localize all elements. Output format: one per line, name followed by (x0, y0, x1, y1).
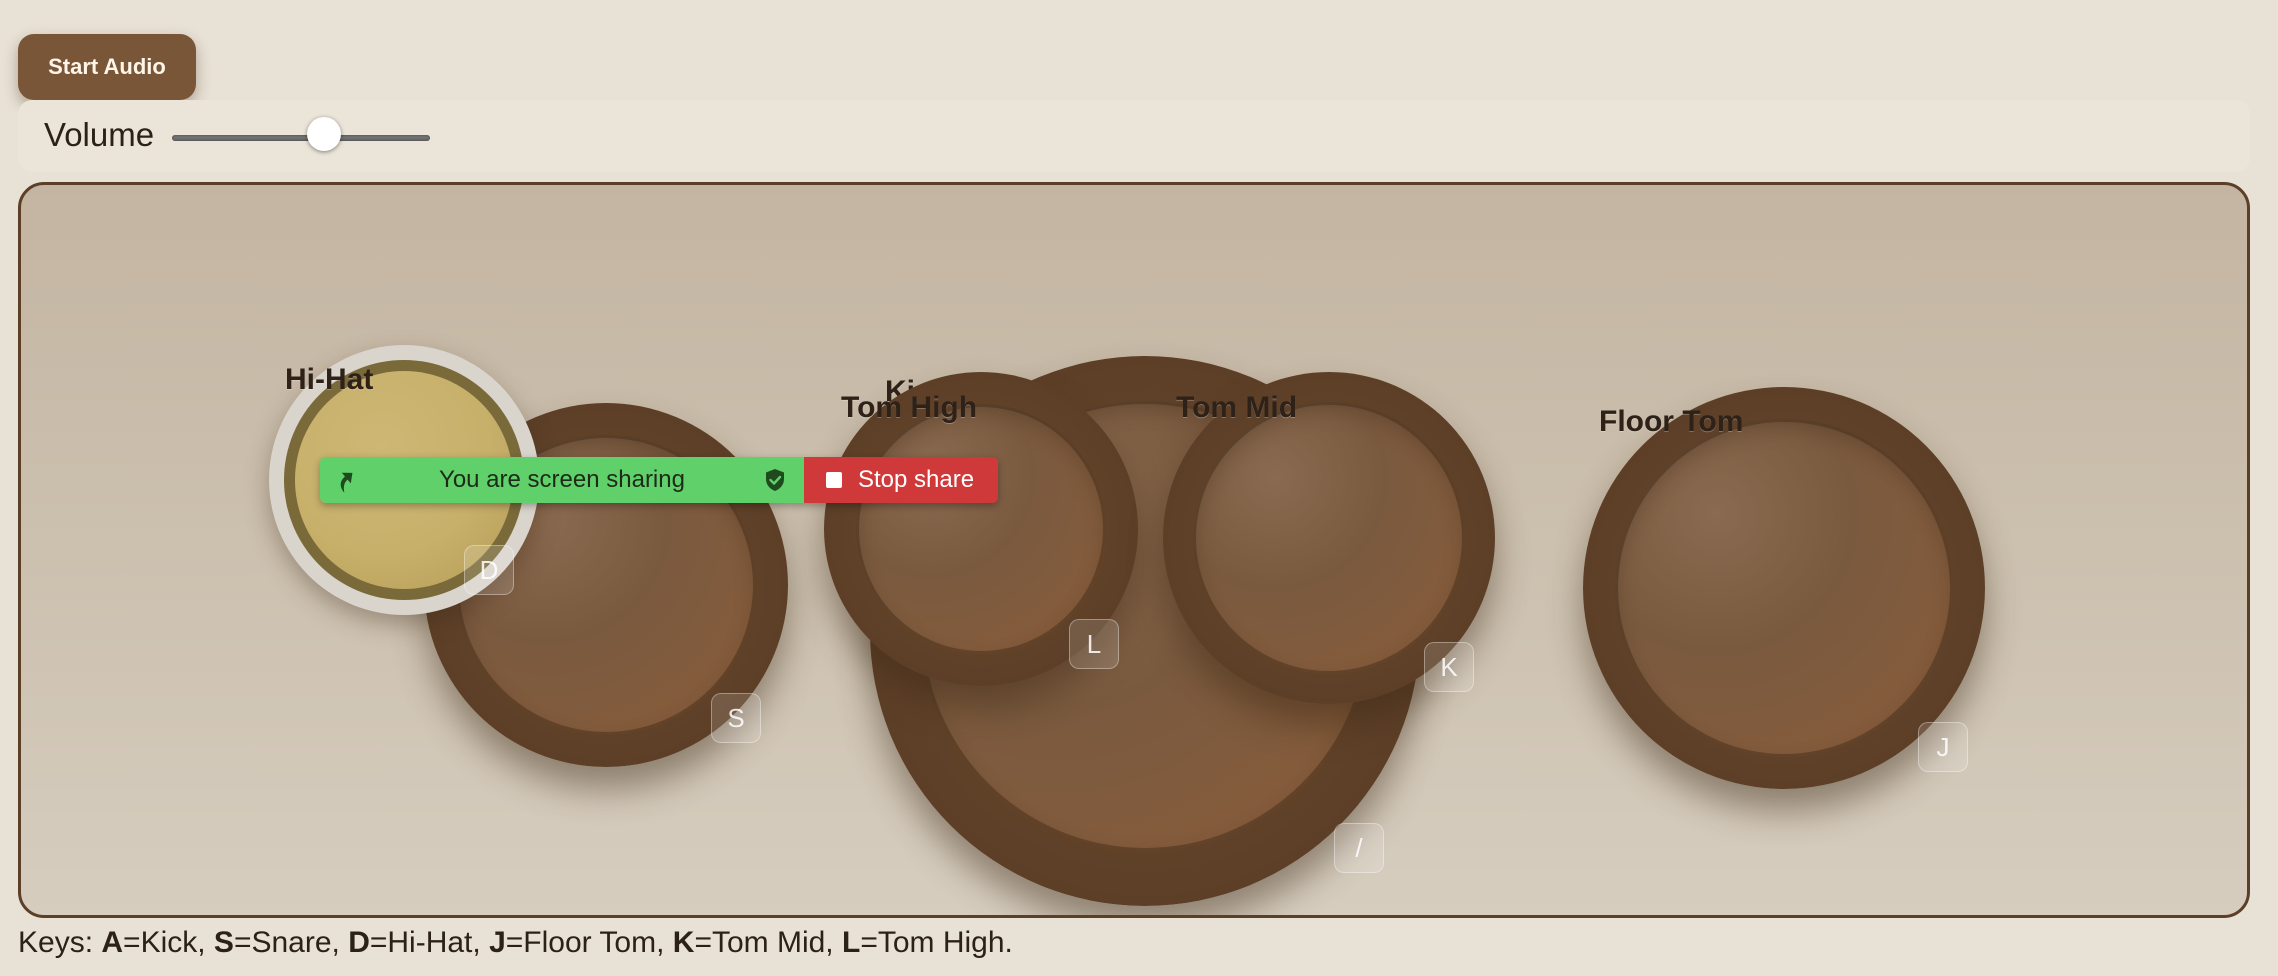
hihat-key-hint: D (464, 545, 514, 595)
tom-mid-key-hint: K (1424, 642, 1474, 692)
legend-text-tom-high: =Tom High. (860, 926, 1013, 959)
stop-square-icon (826, 472, 842, 488)
floor-tom-label: Floor Tom (1599, 405, 1744, 438)
legend-text-snare: =Snare, (233, 926, 349, 959)
stop-share-label: Stop share (858, 466, 975, 493)
volume-slider-thumb[interactable] (307, 117, 342, 151)
drum-kit-area: Ki / S Hi-Hat D Tom High L Tom Mid K Flo… (18, 182, 2250, 918)
legend-text-floor-tom: =Floor Tom, (505, 926, 673, 959)
screen-sharing-banner: You are screen sharing Stop share (320, 457, 998, 503)
snare-key-hint: S (711, 693, 761, 743)
screen-sharing-indicator[interactable]: You are screen sharing (320, 457, 804, 503)
keyboard-shortcuts-legend: Keys: A=Kick, S=Snare, D=Hi-Hat, J=Floor… (18, 926, 1013, 960)
keys-prefix: Keys: (18, 926, 102, 959)
legend-key-s: S (213, 926, 234, 959)
legend-key-a: A (101, 926, 124, 959)
stop-share-button[interactable]: Stop share (804, 457, 998, 503)
tom-mid-drum-head (1193, 402, 1465, 674)
legend-text-tom-mid: =Tom Mid, (694, 926, 842, 959)
floor-tom-drum-head (1615, 419, 1953, 757)
legend-key-j: J (489, 926, 506, 959)
shield-check-icon (766, 469, 784, 491)
start-audio-button[interactable]: Start Audio (18, 34, 196, 100)
legend-key-l: L (841, 926, 861, 959)
tom-high-key-hint: L (1069, 619, 1119, 669)
legend-key-d: D (348, 926, 370, 959)
legend-text-kick: =Kick, (123, 926, 214, 959)
kick-key-hint: / (1334, 823, 1384, 873)
legend-key-k: K (672, 926, 695, 959)
floor-tom-key-hint: J (1918, 722, 1968, 772)
tom-high-label: Tom High (841, 391, 978, 424)
tom-mid-label: Tom Mid (1176, 391, 1298, 424)
hihat-label: Hi-Hat (285, 363, 374, 396)
volume-control: Volume (18, 100, 2250, 172)
volume-slider-track[interactable] (172, 135, 430, 141)
volume-label: Volume (44, 116, 155, 153)
tom-high-drum-head (856, 404, 1106, 654)
legend-text-hihat: =Hi-Hat, (369, 926, 490, 959)
screen-sharing-message: You are screen sharing (439, 466, 685, 493)
